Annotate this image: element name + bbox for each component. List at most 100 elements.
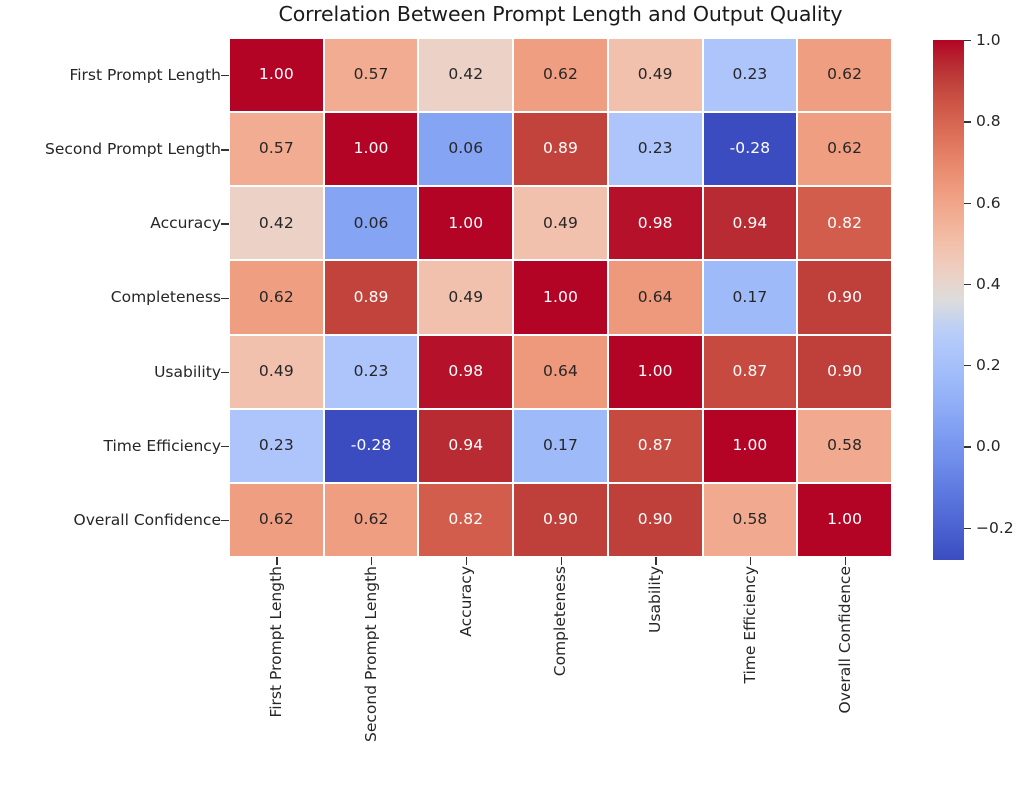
heatmap-cell-value: 0.62: [827, 139, 863, 158]
heatmap-cell: 1.00: [702, 408, 798, 483]
x-tick-mark: [560, 557, 562, 565]
heatmap-cell: 0.87: [607, 408, 703, 483]
heatmap-cell: 0.82: [797, 186, 892, 261]
heatmap-cell: 0.90: [607, 482, 703, 557]
heatmap-cell-value: 0.17: [732, 287, 768, 306]
x-axis-label-4: Usability: [646, 566, 665, 633]
heatmap-cell: 1.00: [323, 112, 419, 187]
y-axis-tick-labels: First Prompt Length Second Prompt Length A…: [0, 38, 221, 557]
heatmap-cell: 1.00: [513, 260, 608, 335]
x-axis-tick-labels: First Prompt Length Second Prompt Length A…: [229, 566, 892, 790]
heatmap-cell-value: 0.49: [448, 287, 484, 306]
heatmap-cell: 0.57: [323, 38, 419, 113]
heatmap-cell: 0.42: [229, 186, 324, 261]
heatmap-cell: 0.90: [513, 482, 608, 557]
x-axis-label-0: First Prompt Length: [267, 566, 286, 718]
heatmap-cell-value: 0.64: [543, 361, 578, 380]
heatmap-cell-value: 0.23: [637, 139, 673, 158]
heatmap-cell: 0.58: [797, 408, 892, 483]
heatmap-cell-value: 1.00: [637, 361, 673, 380]
heatmap-cell-value: 0.62: [543, 65, 578, 84]
heatmap-cell-value: 0.06: [353, 213, 389, 232]
heatmap-cell-value: -0.28: [729, 139, 771, 158]
x-tick-mark: [655, 557, 657, 565]
heatmap-cell: 1.00: [229, 38, 324, 113]
heatmap-cell-value: 0.62: [353, 510, 389, 529]
heatmap-cell-value: 0.49: [637, 65, 673, 84]
heatmap-cell-value: 0.58: [827, 436, 863, 455]
x-axis-label-6: Overall Confidence: [835, 566, 854, 714]
heatmap-cell-value: 0.49: [543, 213, 578, 232]
heatmap-cell: 0.89: [323, 260, 419, 335]
heatmap-cell-value: -0.28: [350, 436, 392, 455]
x-axis-label-slot-3: Completeness: [513, 566, 608, 790]
heatmap-cell-value: 0.62: [258, 510, 294, 529]
colorbar-tick-label-1: 0.8: [976, 112, 1001, 131]
heatmap-cell: 0.98: [607, 186, 703, 261]
x-axis-label-slot-4: Usability: [608, 566, 703, 790]
y-axis-label-2: Accuracy: [150, 214, 221, 233]
heatmap-cell: 0.23: [229, 408, 324, 483]
y-tick-mark: [221, 75, 229, 77]
heatmap-cell-value: 0.57: [353, 65, 389, 84]
heatmap-cell: 0.17: [513, 408, 608, 483]
heatmap-cell-value: 0.58: [732, 510, 768, 529]
heatmap-cell: 1.00: [418, 186, 514, 261]
colorbar-tick-label-2: 0.6: [976, 193, 1001, 212]
heatmap-cell-value: 0.89: [543, 139, 578, 158]
colorbar-tick-mark: [964, 446, 971, 448]
y-axis-label-4: Usability: [154, 362, 221, 381]
colorbar-tick-label-0: 1.0: [976, 31, 1001, 49]
heatmap-cell: 0.64: [513, 334, 608, 409]
heatmap-cell: 0.49: [607, 38, 703, 113]
y-axis-label-3: Completeness: [110, 288, 221, 307]
heatmap-cell: 0.62: [797, 112, 892, 187]
heatmap-cell: -0.28: [702, 112, 798, 187]
heatmap-cell: -0.28: [323, 408, 419, 483]
heatmap-cell-value: 0.62: [827, 65, 863, 84]
x-tick-mark: [749, 557, 752, 565]
heatmap-cell-value: 0.90: [827, 287, 863, 306]
colorbar-gradient: [933, 40, 964, 560]
heatmap-cell-value: 0.42: [258, 213, 294, 232]
heatmap-grid: 1.00 0.57 0.42 0.62 0.49 0.23 0.62 0.57 1.00 0.06…: [229, 38, 892, 557]
heatmap-cell-value: 0.23: [258, 436, 294, 455]
x-axis-label-1: Second Prompt Length: [362, 566, 381, 742]
heatmap-cell-value: 0.23: [732, 65, 768, 84]
heatmap-cell: 0.87: [702, 334, 798, 409]
heatmap-cell-value: 0.64: [637, 287, 673, 306]
x-tick-mark: [371, 557, 373, 565]
colorbar-tick-label-5: 0.0: [976, 437, 1001, 456]
heatmap-cell-value: 1.00: [827, 510, 863, 529]
x-axis-label-slot-6: Overall Confidence: [797, 566, 892, 790]
y-axis-label-0: First Prompt Length: [69, 66, 221, 85]
x-axis-label-slot-5: Time Efficiency: [703, 566, 798, 790]
colorbar-tick-mark: [964, 40, 971, 42]
y-tick-mark: [221, 445, 229, 448]
heatmap-cell-value: 1.00: [543, 287, 578, 306]
heatmap-cell-value: 1.00: [732, 436, 768, 455]
heatmap-cell: 0.06: [323, 186, 419, 261]
heatmap-cell-value: 0.90: [827, 361, 863, 380]
heatmap-cell: 0.98: [418, 334, 514, 409]
heatmap-cell-value: 0.06: [448, 139, 484, 158]
x-axis-label-5: Time Efficiency: [740, 566, 759, 684]
y-tick-mark: [221, 149, 229, 151]
heatmap-cell-value: 0.62: [258, 287, 294, 306]
x-axis-label-slot-0: First Prompt Length: [229, 566, 324, 790]
colorbar-tick-mark: [964, 202, 971, 204]
heatmap-cell-value: 1.00: [448, 213, 484, 232]
heatmap-cell: 0.42: [418, 38, 514, 113]
heatmap-cell-value: 0.90: [543, 510, 578, 529]
heatmap-cell: 0.62: [323, 482, 419, 557]
heatmap-cell: 0.49: [229, 334, 324, 409]
colorbar-tick-mark: [964, 121, 971, 123]
x-axis-label-3: Completeness: [551, 566, 570, 677]
colorbar-tick-mark: [964, 527, 971, 529]
heatmap-cell-value: 1.00: [353, 139, 389, 158]
heatmap-cell: 0.23: [702, 38, 798, 113]
x-axis-label-2: Accuracy: [456, 566, 475, 637]
x-axis-label-slot-1: Second Prompt Length: [324, 566, 419, 790]
heatmap-cell-value: 0.94: [448, 436, 484, 455]
heatmap-cell-value: 0.49: [258, 361, 294, 380]
